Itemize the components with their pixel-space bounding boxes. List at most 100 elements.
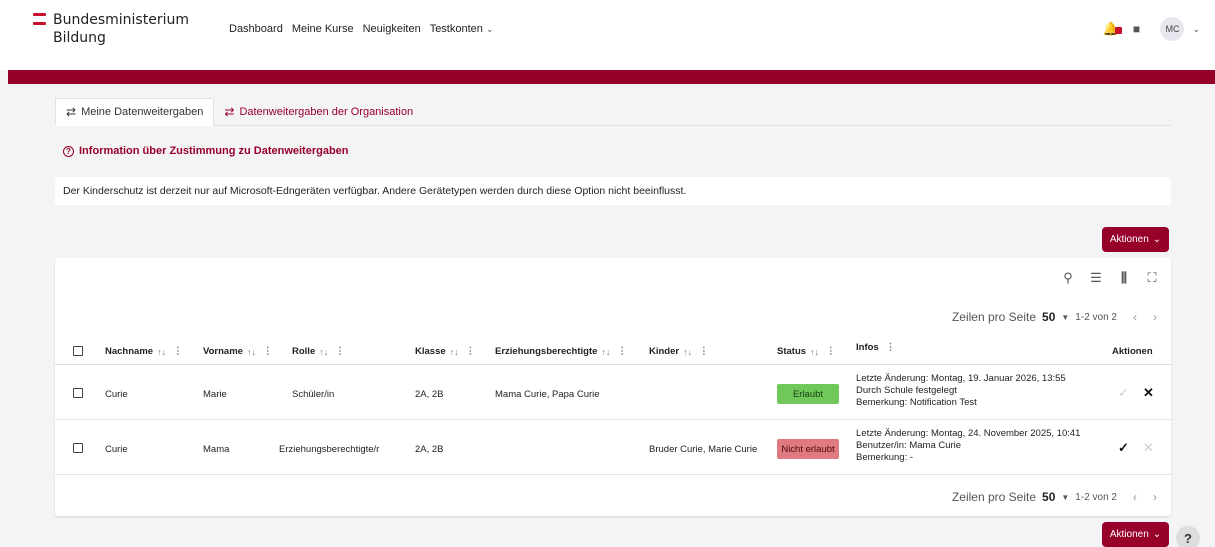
- nav-neuigkeiten[interactable]: Neuigkeiten: [363, 23, 421, 35]
- fullscreen-icon[interactable]: ⛶: [1145, 270, 1159, 286]
- actions-label: Aktionen: [1109, 234, 1149, 245]
- info-last-change: Letzte Änderung: Montag, 19. Januar 2026…: [856, 373, 1066, 384]
- rows-per-page-select[interactable]: 50: [1042, 310, 1055, 324]
- actions-button-top[interactable]: Aktionen ⌄: [1102, 227, 1169, 252]
- col-label: Nachname: [105, 346, 154, 357]
- brand-name[interactable]: Bundesministerium Bildung: [53, 11, 203, 47]
- select-all-checkbox[interactable]: [73, 346, 83, 356]
- chevron-down-icon: ⌄: [485, 24, 494, 34]
- brand-line-1: Bundesministerium: [53, 12, 189, 28]
- info-consent-link[interactable]: ? Information über Zustimmung zu Datenwe…: [63, 145, 349, 157]
- page-range: 1-2 von 2: [1075, 491, 1117, 503]
- user-menu-chevron-icon[interactable]: ⌄: [1192, 24, 1200, 35]
- search-icon[interactable]: ⚲: [1061, 270, 1075, 286]
- pagination-top: Zeilen pro Seite 50 ▼ 1-2 von 2 ‹ ›: [952, 310, 1157, 324]
- col-erziehungsberechtigte[interactable]: Erziehungsberechtigte ↑↓ ⋮: [495, 346, 627, 357]
- sort-icon[interactable]: ↑↓: [450, 347, 459, 357]
- nav-meine-kurse[interactable]: Meine Kurse: [292, 23, 354, 35]
- column-menu-icon[interactable]: ⋮: [617, 346, 627, 357]
- cell-kinder: Bruder Curie, Marie Curie: [649, 444, 758, 455]
- col-aktionen: Aktionen: [1112, 346, 1153, 357]
- column-menu-icon[interactable]: ⋮: [886, 342, 896, 353]
- caret-down-icon[interactable]: ▼: [1061, 493, 1069, 502]
- sort-icon[interactable]: ↑↓: [157, 347, 166, 357]
- col-klasse[interactable]: Klasse ↑↓ ⋮: [415, 346, 475, 357]
- col-label: Klasse: [415, 346, 446, 357]
- cell-klasse: 2A, 2B: [415, 389, 444, 400]
- notice-text: Der Kinderschutz ist derzeit nur auf Mic…: [63, 185, 687, 197]
- sort-icon[interactable]: ↑↓: [319, 347, 328, 357]
- row-checkbox[interactable]: [73, 388, 83, 398]
- cell-vorname: Marie: [203, 389, 227, 400]
- user-tools: 🔔 ■ MC ⌄: [1102, 17, 1200, 41]
- actions-button-bottom[interactable]: Aktionen ⌄: [1102, 522, 1169, 547]
- cell-nachname: Curie: [105, 389, 128, 400]
- help-circle-icon: ?: [63, 145, 74, 157]
- column-menu-icon[interactable]: ⋮: [173, 346, 183, 357]
- tab-bar: ⇄ Meine Datenweitergaben ⇄ Datenweiterga…: [55, 98, 1171, 126]
- col-label: Kinder: [649, 346, 680, 357]
- sort-icon[interactable]: ↑↓: [683, 347, 692, 357]
- col-label: Status: [777, 346, 807, 357]
- column-menu-icon[interactable]: ⋮: [826, 346, 836, 357]
- swap-arrows-icon: ⇄: [224, 105, 235, 119]
- allow-check-icon[interactable]: ✓: [1118, 385, 1129, 401]
- prev-page-icon[interactable]: ‹: [1133, 310, 1137, 324]
- cell-erziehungsberechtigte: Mama Curie, Papa Curie: [495, 389, 600, 400]
- info-link-label: Information über Zustimmung zu Datenweit…: [79, 145, 349, 157]
- data-table-card: ⚲ ☰ ⫼ ⛶ Zeilen pro Seite 50 ▼ 1-2 von 2 …: [55, 258, 1171, 516]
- main-nav: Dashboard Meine Kurse Neuigkeiten Testko…: [229, 23, 494, 35]
- page-range: 1-2 von 2: [1075, 311, 1117, 323]
- col-vorname[interactable]: Vorname ↑↓ ⋮: [203, 346, 272, 357]
- sort-icon[interactable]: ↑↓: [810, 347, 819, 357]
- next-page-icon[interactable]: ›: [1153, 490, 1157, 504]
- info-source: Durch Schule festgelegt: [856, 385, 957, 396]
- info-remark: Bemerkung: Notification Test: [856, 397, 977, 408]
- columns-icon[interactable]: ⫼: [1117, 270, 1131, 286]
- info-last-change: Letzte Änderung: Montag, 24. November 20…: [856, 428, 1081, 439]
- col-label: Erziehungsberechtigte: [495, 346, 598, 357]
- col-label: Aktionen: [1112, 346, 1153, 357]
- column-menu-icon[interactable]: ⋮: [335, 346, 345, 357]
- col-nachname[interactable]: Nachname ↑↓ ⋮: [105, 346, 183, 357]
- row-checkbox[interactable]: [73, 443, 83, 453]
- column-menu-icon[interactable]: ⋮: [263, 346, 273, 357]
- deny-x-icon[interactable]: ✕: [1143, 385, 1154, 401]
- tab-datenweitergaben-organisation[interactable]: ⇄ Datenweitergaben der Organisation: [214, 98, 423, 126]
- column-menu-icon[interactable]: ⋮: [466, 346, 476, 357]
- sort-icon[interactable]: ↑↓: [247, 347, 256, 357]
- sort-icon[interactable]: ↑↓: [601, 347, 610, 357]
- avatar[interactable]: MC: [1160, 17, 1185, 41]
- info-source: Benutzer/in: Mama Curie: [856, 440, 962, 451]
- col-rolle[interactable]: Rolle ↑↓ ⋮: [292, 346, 345, 357]
- deny-x-icon[interactable]: ✕: [1143, 440, 1154, 456]
- rows-per-page-select[interactable]: 50: [1042, 490, 1055, 504]
- notification-bell-icon[interactable]: 🔔: [1102, 21, 1123, 37]
- pagination-bottom: Zeilen pro Seite 50 ▼ 1-2 von 2 ‹ ›: [952, 490, 1157, 504]
- help-button[interactable]: ?: [1176, 526, 1200, 547]
- table-toolbar: ⚲ ☰ ⫼ ⛶: [1061, 270, 1159, 286]
- cell-vorname: Mama: [203, 444, 230, 455]
- messages-icon[interactable]: ■: [1128, 22, 1144, 36]
- table-row: Curie Mama Erziehungsberechtigte/r 2A, 2…: [55, 421, 1171, 475]
- notification-badge: [1115, 27, 1123, 34]
- rows-per-page-label: Zeilen pro Seite: [951, 310, 1037, 324]
- nav-testkonten-label: Testkonten: [429, 23, 483, 35]
- nav-testkonten[interactable]: Testkonten ⌄: [430, 23, 494, 35]
- filter-icon[interactable]: ☰: [1089, 270, 1103, 286]
- col-status[interactable]: Status ↑↓ ⋮: [777, 346, 836, 357]
- austria-flag-logo: [33, 13, 46, 25]
- caret-down-icon[interactable]: ▼: [1061, 313, 1069, 322]
- tab-meine-datenweitergaben[interactable]: ⇄ Meine Datenweitergaben: [55, 98, 215, 126]
- column-menu-icon[interactable]: ⋮: [699, 346, 709, 357]
- top-header: Bundesministerium Bildung Dashboard Mein…: [0, 0, 1215, 70]
- prev-page-icon[interactable]: ‹: [1133, 490, 1137, 504]
- next-page-icon[interactable]: ›: [1153, 310, 1157, 324]
- nav-dashboard[interactable]: Dashboard: [229, 23, 283, 35]
- col-infos[interactable]: Infos ⋮: [856, 342, 895, 353]
- table-row: Curie Marie Schüler/in 2A, 2B Mama Curie…: [55, 366, 1171, 420]
- col-kinder[interactable]: Kinder ↑↓ ⋮: [649, 346, 709, 357]
- allow-check-icon[interactable]: ✓: [1118, 440, 1129, 456]
- notice-box: Der Kinderschutz ist derzeit nur auf Mic…: [55, 177, 1171, 205]
- cell-infos: Letzte Änderung: Montag, 19. Januar 2026…: [856, 373, 1066, 409]
